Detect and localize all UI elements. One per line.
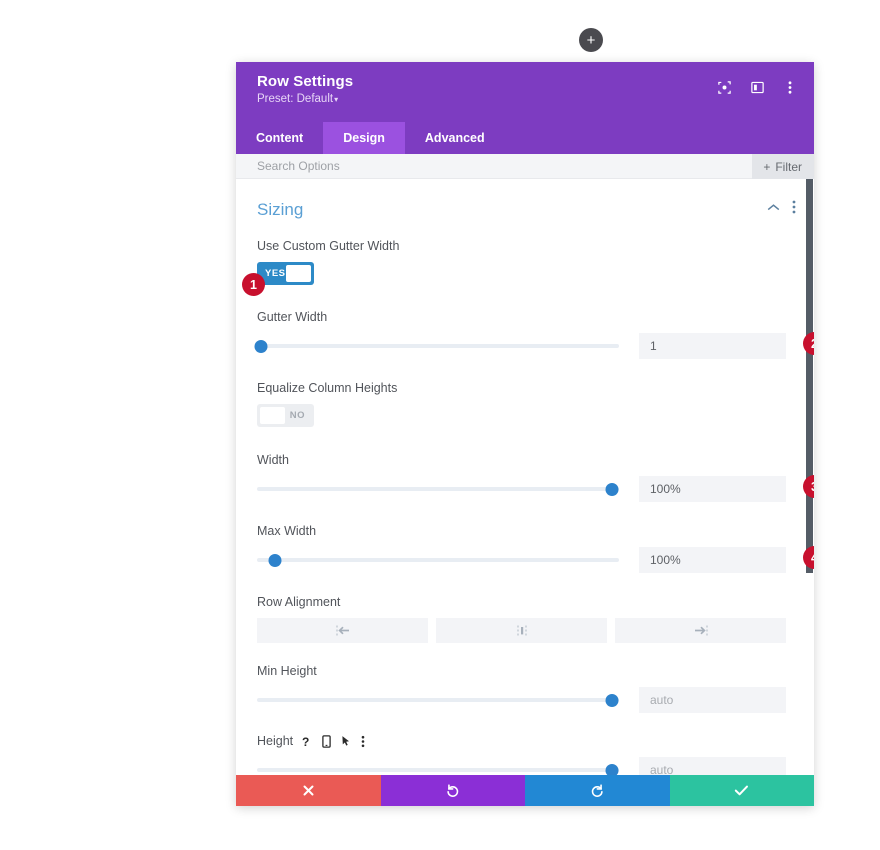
section-header-actions [767,200,796,214]
chevron-down-icon: ▾ [334,95,339,104]
field-row-alignment: Row Alignment [236,595,814,643]
tab-design[interactable]: Design [323,122,405,154]
field-height: Height ? [236,734,814,775]
modal-header: Row Settings Preset: Default▾ [236,62,814,122]
field-label: Min Height [257,664,317,678]
toggle-state-label: YES [265,268,286,279]
align-left-icon[interactable] [257,618,428,643]
width-slider[interactable] [257,480,619,498]
section-title: Sizing [257,200,304,219]
field-min-height: Min Height [236,664,814,713]
field-label-row: Height ? [257,734,814,748]
height-input[interactable] [639,757,786,775]
layout-toggle-icon[interactable] [749,79,765,95]
redo-icon [591,784,603,797]
field-use-custom-gutter-width: Use Custom Gutter Width YES 1 [236,239,814,296]
redo-button[interactable] [525,775,670,806]
slider-track [257,487,619,491]
field-label: Equalize Column Heights [257,381,398,395]
section-sizing: Sizing Use Custom Gutter Width YES 1 Gut… [236,179,814,775]
equalize-column-heights-toggle[interactable]: NO [257,404,314,427]
align-center-icon[interactable] [436,618,607,643]
field-width: Width 3 [236,453,814,502]
slider-row [257,757,814,775]
slider-track [257,768,619,772]
width-input[interactable] [639,476,786,502]
modal-tabs: Content Design Advanced [236,122,814,154]
slider-row [254,333,814,359]
options-scroll-area: Sizing Use Custom Gutter Width YES 1 Gut… [236,179,814,775]
slider-handle[interactable] [268,553,282,567]
slider-row [257,547,814,573]
preset-label: Preset: Default [257,93,334,105]
focus-icon[interactable] [716,79,732,95]
responsive-device-icon[interactable] [322,734,331,748]
slider-row [257,687,814,713]
field-label: Height [257,734,294,748]
row-alignment-options [257,618,814,643]
field-equalize-column-heights: Equalize Column Heights NO [236,381,814,432]
align-right-icon[interactable] [615,618,786,643]
header-actions [716,79,798,95]
chevron-up-icon[interactable] [767,203,780,212]
field-label: Width [257,453,289,467]
field-label: Use Custom Gutter Width [257,239,400,253]
toggle-knob [286,265,311,282]
help-icon[interactable]: ? [302,735,312,748]
search-bar: + Filter [236,154,814,179]
badge-1: 1 [242,273,265,296]
height-slider[interactable] [257,761,619,775]
slider-row [257,476,814,502]
max-width-input[interactable] [639,547,786,573]
row-settings-modal: Row Settings Preset: Default▾ Content De… [236,62,814,806]
slider-track [257,558,619,562]
check-icon [735,785,749,796]
field-label: Gutter Width [257,310,328,324]
plus-icon: + [763,159,771,174]
field-gutter-width: Gutter Width 2 [236,310,814,359]
min-height-input[interactable] [639,687,786,713]
scrollbar-thumb[interactable] [806,179,813,573]
max-width-slider[interactable] [257,551,619,569]
modal-footer [236,775,814,806]
add-row-button[interactable]: + [579,28,603,52]
toggle-knob [260,407,285,424]
field-max-width: Max Width 4 [236,524,814,573]
modal-body: Sizing Use Custom Gutter Width YES 1 Gut… [236,179,814,775]
close-icon [303,785,314,796]
search-input[interactable] [257,159,657,173]
section-header-sizing: Sizing [236,195,814,225]
svg-text:?: ? [302,735,309,748]
more-options-icon[interactable] [361,735,365,748]
slider-track [257,698,619,702]
hover-cursor-icon[interactable] [341,735,351,748]
undo-icon [447,784,459,797]
slider-handle[interactable] [605,763,619,775]
undo-button[interactable] [380,775,525,806]
field-label: Row Alignment [257,595,341,609]
gutter-width-slider[interactable] [254,337,619,355]
filter-label: Filter [775,159,802,174]
more-options-icon[interactable] [792,200,796,214]
field-label: Max Width [257,524,317,538]
slider-handle[interactable] [605,482,619,496]
cancel-button[interactable] [236,775,381,806]
filter-button[interactable]: + Filter [752,154,814,179]
use-custom-gutter-width-toggle[interactable]: YES [257,262,314,285]
gutter-width-input[interactable] [639,333,786,359]
slider-handle[interactable] [605,693,619,707]
toggle-state-label: NO [289,410,305,421]
more-options-icon[interactable] [782,79,798,95]
field-label-icons: ? [302,735,365,748]
tab-content[interactable]: Content [236,122,323,154]
slider-track [257,344,619,348]
save-button[interactable] [669,775,814,806]
tab-advanced[interactable]: Advanced [405,122,505,154]
plus-icon: + [586,31,596,49]
min-height-slider[interactable] [257,691,619,709]
slider-handle[interactable] [254,339,268,353]
